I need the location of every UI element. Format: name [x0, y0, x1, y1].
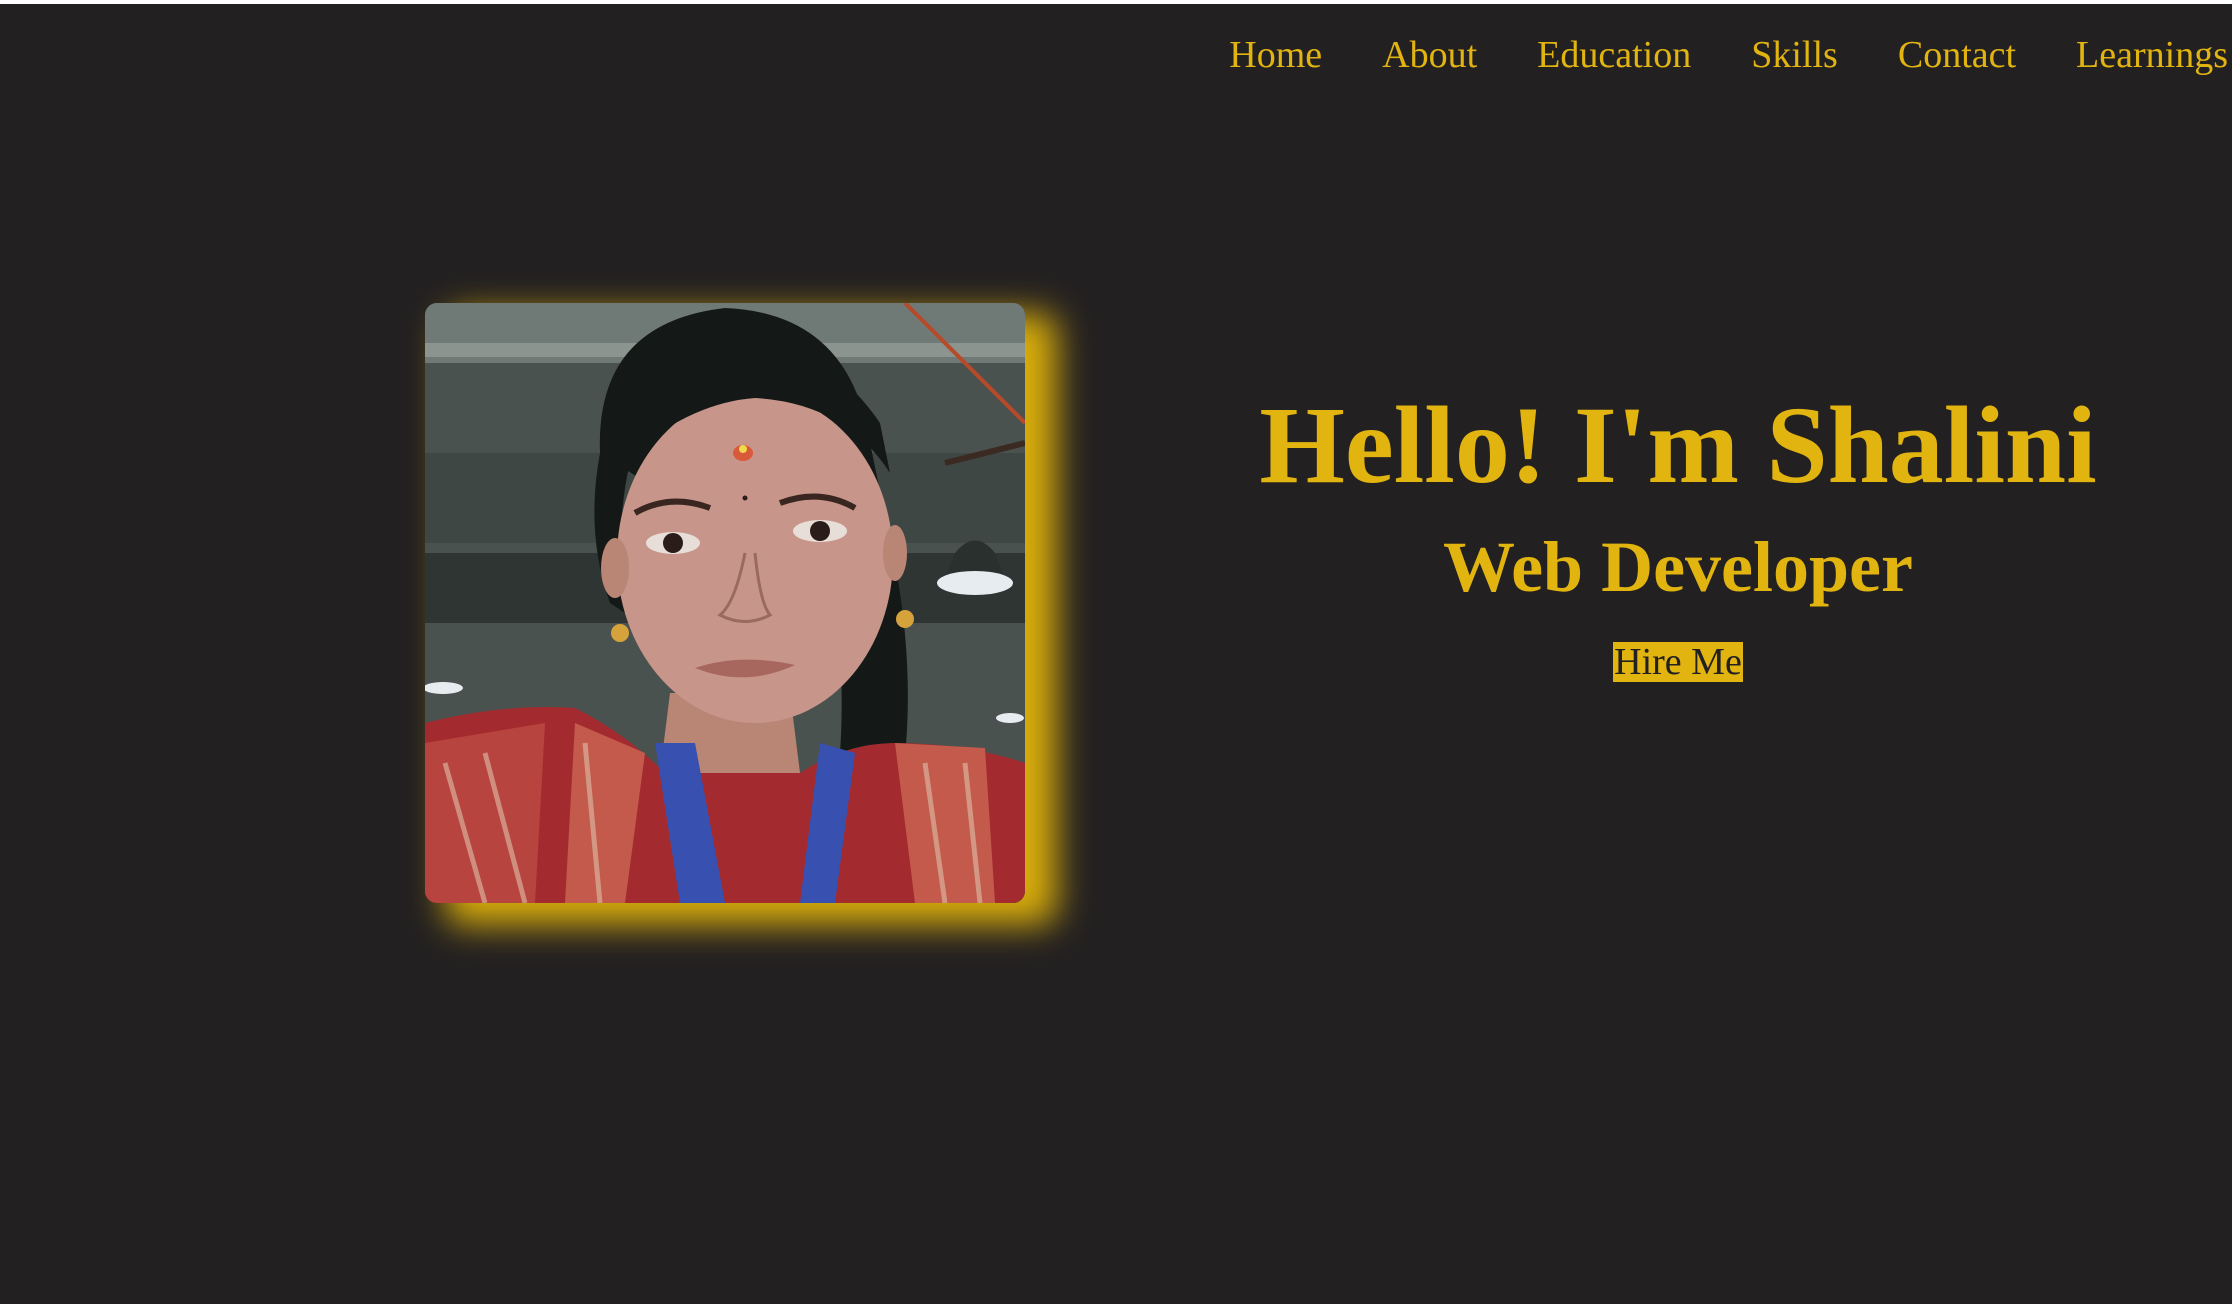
- hero-section: Hello! I'm Shalini Web Developer Hire Me: [1178, 370, 2178, 682]
- nav-link-skills[interactable]: Skills: [1751, 26, 1838, 84]
- hire-me-button[interactable]: Hire Me: [1613, 642, 1743, 682]
- hero-subtitle: Web Developer: [1443, 527, 1913, 607]
- profile-photo: [425, 303, 1025, 903]
- nav-link-contact[interactable]: Contact: [1898, 26, 2016, 84]
- nav-link-education[interactable]: Education: [1537, 26, 1691, 84]
- hero-title: Hello! I'm Shalini: [1259, 384, 2097, 506]
- profile-photo-illustration: [425, 303, 1025, 903]
- nav-link-about[interactable]: About: [1382, 26, 1477, 84]
- main-nav: Home About Education Skills Contact Lear…: [1229, 26, 2228, 84]
- nav-link-home[interactable]: Home: [1229, 26, 1322, 84]
- nav-link-learnings[interactable]: Learnings: [2076, 26, 2228, 84]
- top-border: [0, 0, 2232, 4]
